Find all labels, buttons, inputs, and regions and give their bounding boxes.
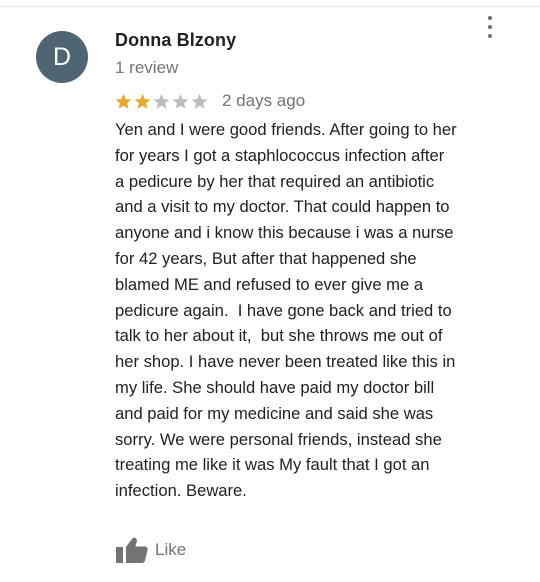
review-date: 2 days ago xyxy=(222,91,306,110)
avatar[interactable]: D xyxy=(36,31,88,83)
star-empty-icon xyxy=(153,93,170,109)
reviewer-name[interactable]: Donna Blzony xyxy=(115,30,236,51)
star-rating xyxy=(115,93,210,110)
star-empty-icon xyxy=(172,93,189,109)
star-empty-icon xyxy=(191,93,208,109)
like-label: Like xyxy=(155,540,187,559)
top-divider xyxy=(0,6,540,7)
review-count: 1 review xyxy=(115,58,179,77)
star-filled-icon xyxy=(115,93,132,109)
rating-row: 2 days ago xyxy=(115,89,305,113)
more-options-button[interactable] xyxy=(480,14,502,40)
like-button[interactable]: Like xyxy=(115,536,186,564)
star-filled-icon xyxy=(134,93,151,109)
review-text: Yen and I were good friends. After going… xyxy=(115,120,457,501)
thumbs-up-icon xyxy=(116,537,148,563)
